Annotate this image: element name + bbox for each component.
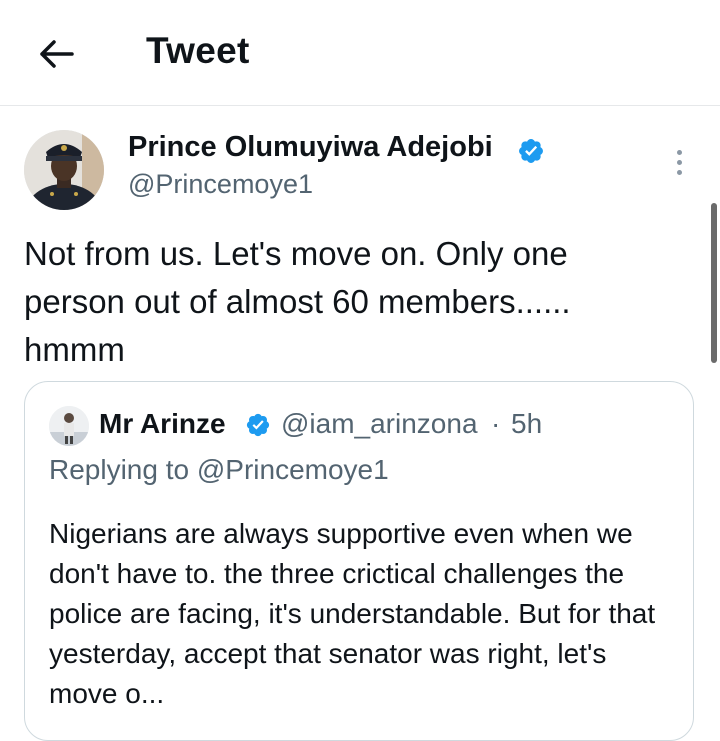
more-vertical-icon bbox=[676, 149, 682, 155]
quote-timestamp: 5h bbox=[511, 408, 543, 439]
quote-author-name: Mr Arinze bbox=[99, 408, 226, 439]
verified-badge-icon bbox=[519, 139, 543, 163]
quote-text: Nigerians are always supportive even whe… bbox=[49, 518, 656, 709]
replying-to: Replying to @Princemoye1 bbox=[49, 454, 389, 485]
scrollbar[interactable] bbox=[711, 203, 717, 363]
back-button[interactable] bbox=[34, 32, 78, 76]
quoted-tweet-card[interactable]: Mr Arinze @iam_arinzona · 5h Replying to… bbox=[24, 381, 694, 741]
quote-author-avatar bbox=[49, 406, 89, 446]
quote-author-handle: @iam_arinzona bbox=[281, 408, 478, 439]
tweet-text: Not from us. Let's move on. Only one per… bbox=[24, 235, 571, 368]
top-bar: Tweet bbox=[0, 0, 720, 106]
author-handle[interactable]: @Princemoye1 bbox=[128, 169, 313, 200]
separator-dot: · bbox=[491, 408, 501, 439]
arrow-left-icon bbox=[40, 40, 74, 68]
page-title: Tweet bbox=[146, 30, 250, 71]
author-name[interactable]: Prince Olumuyiwa Adejobi bbox=[128, 131, 493, 164]
author-avatar[interactable] bbox=[24, 130, 104, 210]
verified-badge-icon bbox=[246, 413, 270, 437]
more-options-button[interactable] bbox=[664, 146, 694, 178]
